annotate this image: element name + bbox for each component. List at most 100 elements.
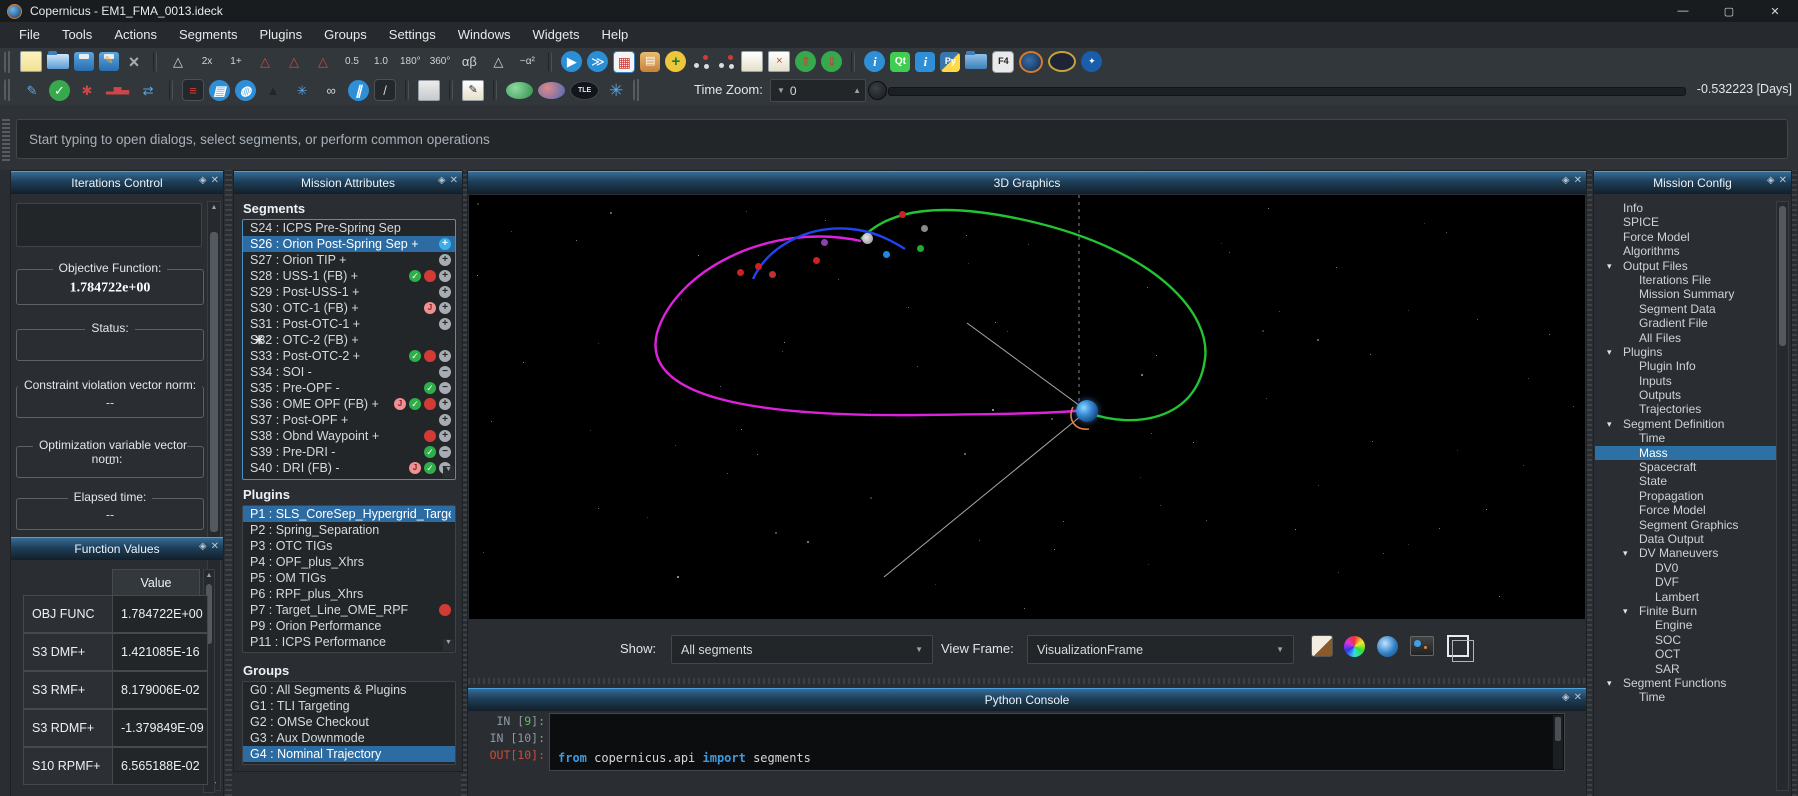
- tree-item[interactable]: Info: [1595, 201, 1777, 215]
- info-icon[interactable]: i: [864, 51, 885, 72]
- tree-item[interactable]: OCT: [1595, 647, 1777, 661]
- new-file-icon[interactable]: [20, 51, 42, 72]
- tree-item[interactable]: ▾ Output Files: [1595, 259, 1777, 273]
- close-file-icon[interactable]: ×: [124, 51, 144, 73]
- float-panel-icon[interactable]: ◈: [1562, 176, 1570, 186]
- tree-item[interactable]: ▾ Segment Functions: [1595, 676, 1777, 690]
- segment-row[interactable]: S33 : Post-OTC-2 + ✓ +: [243, 348, 455, 364]
- tree-item[interactable]: ▾ Finite Burn: [1595, 604, 1777, 618]
- nasa-logo-icon[interactable]: ✦: [1081, 51, 1102, 72]
- tree-item[interactable]: Mission Summary: [1595, 287, 1777, 301]
- menu-item[interactable]: Widgets: [522, 22, 591, 48]
- upload-check-icon[interactable]: ⇑: [795, 51, 816, 72]
- function-value-cell[interactable]: 6.565188E-02: [112, 747, 208, 785]
- tree-item[interactable]: SAR: [1595, 662, 1777, 676]
- tree-expander-icon[interactable]: ▾: [1607, 417, 1612, 431]
- copernicus-logo-icon[interactable]: [1019, 51, 1043, 73]
- open-file-icon[interactable]: [47, 54, 69, 69]
- alpha-beta-icon[interactable]: αβ: [457, 51, 481, 73]
- scroll-down-icon[interactable]: ▼: [443, 639, 454, 651]
- group-row[interactable]: G3 : Aux Downmode: [243, 730, 455, 746]
- tree-item[interactable]: Inputs: [1595, 374, 1777, 388]
- tree-item[interactable]: Segment Data: [1595, 302, 1777, 316]
- plugin-row[interactable]: P4 : OPF_plus_Xhrs: [243, 554, 455, 570]
- minus-alpha-squared-icon[interactable]: −α²: [515, 51, 539, 73]
- segment-row[interactable]: S34 : SOI - −: [243, 364, 455, 380]
- f4-key-icon[interactable]: F4: [992, 51, 1014, 73]
- plugin-row[interactable]: P6 : RPF_plus_Xhrs: [243, 586, 455, 602]
- close-panel-icon[interactable]: ✕: [1574, 693, 1582, 703]
- drag-handle[interactable]: [2, 117, 10, 161]
- constellation-icon[interactable]: ✱: [75, 79, 99, 101]
- tree-item[interactable]: Algorithms: [1595, 244, 1777, 258]
- plugin-row[interactable]: P7 : Target_Line_OME_RPF: [243, 602, 455, 618]
- plugin-row[interactable]: P1 : SLS_CoreSep_Hypergrid_Target: [243, 506, 455, 522]
- segment-row[interactable]: S24 : ICPS Pre-Spring Sep: [243, 220, 455, 236]
- toolbar-handle[interactable]: [4, 51, 12, 73]
- scale-2x-icon[interactable]: 2x: [195, 51, 219, 73]
- view-frame-dropdown[interactable]: VisualizationFrame▼: [1027, 635, 1294, 664]
- scale-10-icon[interactable]: 1.0: [369, 51, 393, 73]
- menu-item[interactable]: Windows: [447, 22, 522, 48]
- float-panel-icon[interactable]: ◈: [199, 542, 207, 552]
- float-panel-icon[interactable]: ◈: [438, 176, 446, 186]
- tree-item[interactable]: Iterations File: [1595, 273, 1777, 287]
- separator[interactable]: [493, 80, 497, 100]
- tree-item[interactable]: Force Model: [1595, 230, 1777, 244]
- rotate-360-icon[interactable]: 360°: [428, 51, 453, 73]
- menu-item[interactable]: Settings: [378, 22, 447, 48]
- tle-icon[interactable]: TLE: [570, 81, 599, 100]
- maximize-button[interactable]: ▢: [1706, 0, 1752, 22]
- separator[interactable]: [405, 80, 409, 100]
- color-settings-button[interactable]: [1341, 633, 1368, 659]
- tree-item[interactable]: DV0: [1595, 561, 1777, 575]
- add-icon[interactable]: +: [665, 51, 686, 72]
- close-panel-icon[interactable]: ✕: [1779, 176, 1787, 186]
- time-slider-track[interactable]: [888, 87, 1686, 96]
- ruler-icon[interactable]: /: [374, 79, 396, 101]
- run-icon[interactable]: ▶: [561, 51, 582, 72]
- node-graph-icon[interactable]: [691, 51, 711, 73]
- menu-item[interactable]: Segments: [168, 22, 249, 48]
- tree-item[interactable]: Plugin Info: [1595, 359, 1777, 373]
- celestial-body-button[interactable]: [1374, 633, 1401, 659]
- nosecone-icon[interactable]: ▲: [261, 79, 285, 101]
- close-panel-icon[interactable]: ✕: [211, 542, 219, 552]
- separator[interactable]: [548, 52, 552, 72]
- scale-05-icon[interactable]: 0.5: [340, 51, 364, 73]
- splitter[interactable]: [225, 170, 232, 796]
- menu-item[interactable]: Tools: [51, 22, 103, 48]
- download-check-icon[interactable]: ⇓: [821, 51, 842, 72]
- scale-add-icon[interactable]: △: [311, 51, 335, 73]
- menu-item[interactable]: File: [8, 22, 51, 48]
- separator[interactable]: [851, 52, 855, 72]
- separator[interactable]: [153, 52, 157, 72]
- swap-arrows-icon[interactable]: ⇄: [136, 79, 160, 101]
- segment-row[interactable]: S37 : Post-OPF + +: [243, 412, 455, 428]
- plugin-row[interactable]: P2 : Spring_Separation: [243, 522, 455, 538]
- toolbar-handle[interactable]: [633, 79, 641, 101]
- gray-doc-icon[interactable]: [418, 80, 440, 101]
- red-planet-icon[interactable]: [538, 82, 565, 99]
- tree-expander-icon[interactable]: ▾: [1607, 345, 1612, 359]
- menu-item[interactable]: Help: [590, 22, 639, 48]
- chevron-down-icon[interactable]: ▼: [771, 86, 790, 95]
- close-panel-icon[interactable]: ✕: [450, 176, 458, 186]
- function-value-cell[interactable]: 1.784722E+00: [112, 595, 208, 633]
- segment-row[interactable]: S32 : OTC-2 (FB) + ✳: [243, 332, 455, 348]
- blank-doc-icon[interactable]: [741, 51, 763, 72]
- console-scrollbar[interactable]: [1553, 715, 1563, 769]
- save-icon[interactable]: [74, 52, 94, 71]
- separator[interactable]: [169, 80, 173, 100]
- minimize-button[interactable]: —: [1660, 0, 1706, 22]
- close-button[interactable]: ✕: [1752, 0, 1798, 22]
- scale-a-icon[interactable]: △: [486, 51, 510, 73]
- time-slider-handle[interactable]: [868, 81, 887, 100]
- report-icon[interactable]: ▤: [209, 80, 230, 101]
- chevron-up-icon[interactable]: ▲: [853, 86, 865, 95]
- tree-expander-icon[interactable]: ▾: [1607, 676, 1612, 690]
- plugin-row[interactable]: P3 : OTC TIGs: [243, 538, 455, 554]
- segment-row[interactable]: S26 : Orion Post-Spring Sep + +: [243, 236, 455, 252]
- tree-expander-icon[interactable]: ▾: [1623, 604, 1628, 618]
- segment-properties-icon[interactable]: ≡: [182, 79, 204, 101]
